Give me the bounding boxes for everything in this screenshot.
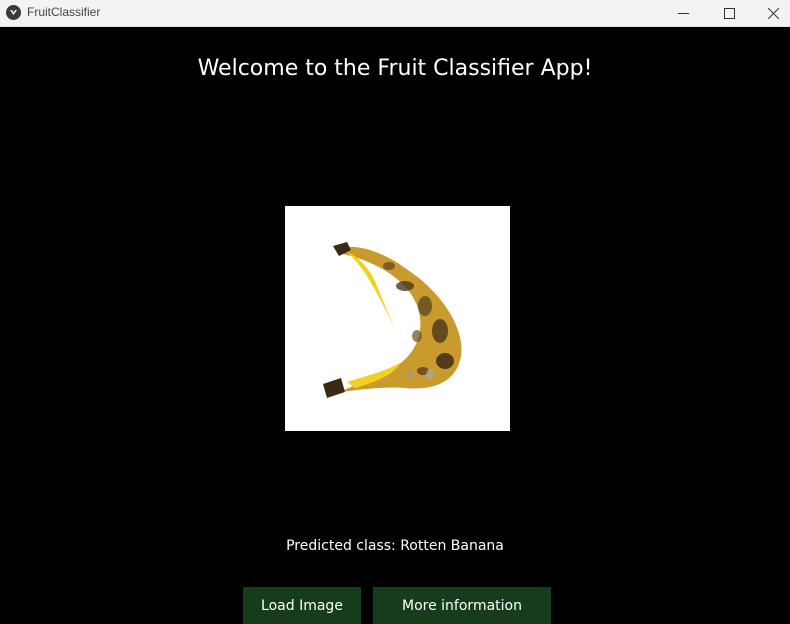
close-button[interactable]: [750, 0, 790, 26]
prediction-label: Predicted class: Rotten Banana: [286, 538, 504, 554]
rotten-banana-image: [323, 242, 462, 398]
page-title: Welcome to the Fruit Classifier App!: [197, 56, 593, 81]
close-icon: [767, 7, 779, 19]
minimize-button[interactable]: [660, 0, 706, 26]
app-icon: [6, 5, 21, 20]
load-image-button[interactable]: Load Image: [243, 587, 361, 624]
minimize-icon: [677, 12, 689, 14]
window-titlebar[interactable]: FruitClassifier: [0, 0, 790, 27]
window-title: FruitClassifier: [27, 5, 101, 19]
maximize-button[interactable]: [706, 0, 752, 26]
maximize-icon: [723, 7, 735, 19]
fruit-image: [285, 206, 510, 431]
more-information-button[interactable]: More information: [373, 587, 551, 624]
